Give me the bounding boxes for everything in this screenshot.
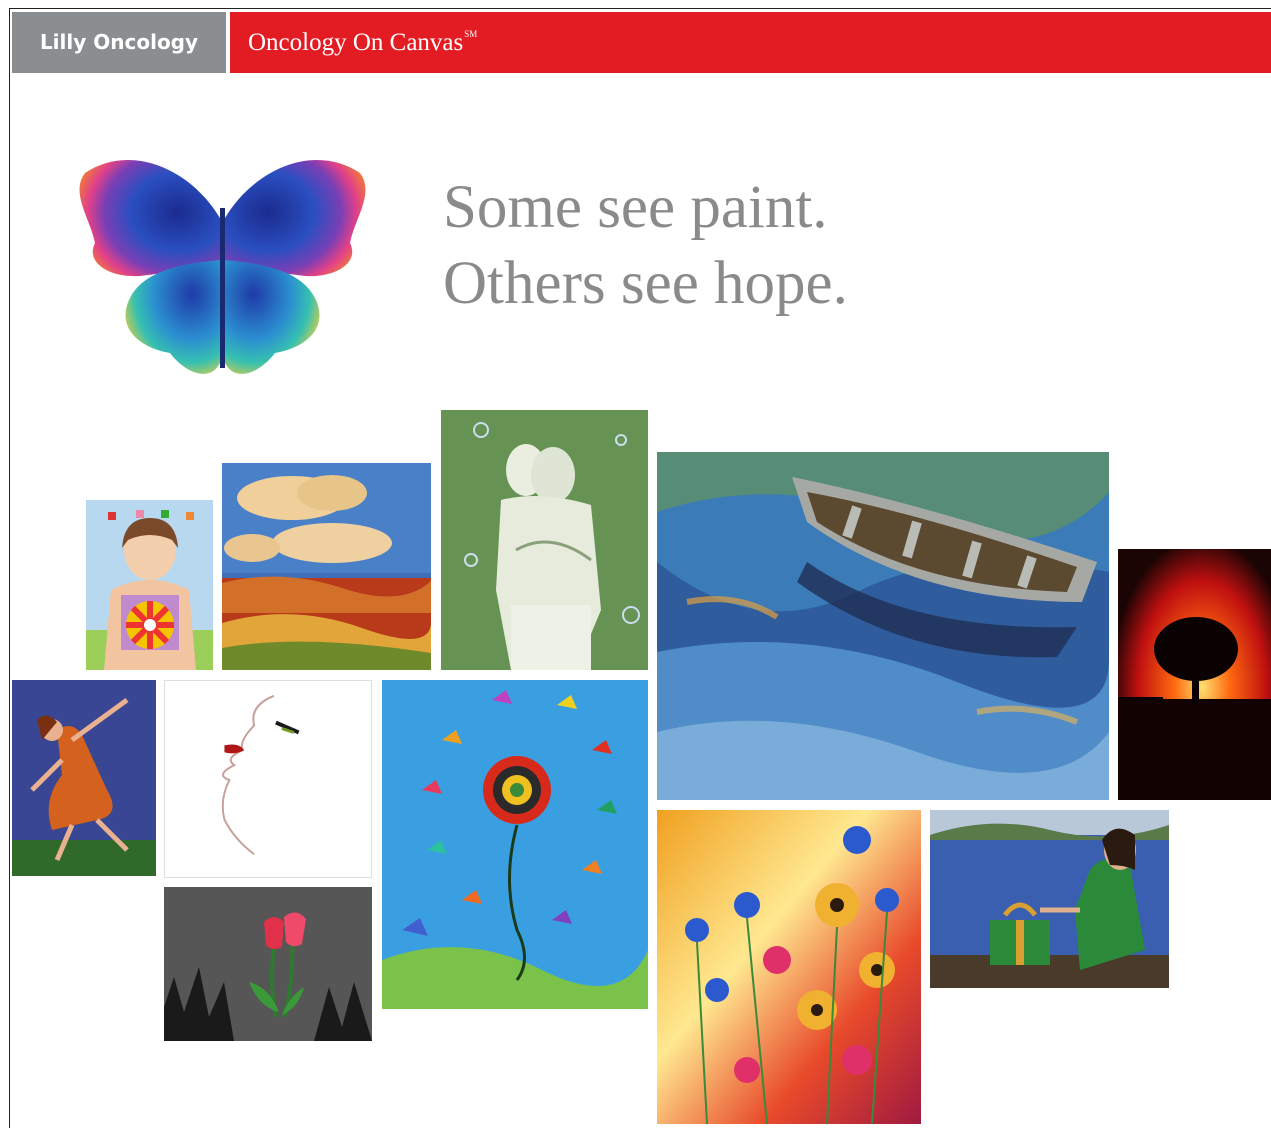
artwork-red-tulips [164,887,372,1041]
artwork-dancing-woman-mosaic [12,680,156,876]
artwork-rowboat [657,452,1109,800]
headline: Some see paint. Others see hope. [443,170,848,322]
artwork-embracing-couple [441,410,648,670]
artwork-face-profile [164,680,372,878]
page-border-left [9,8,10,1128]
brand-banner: Lilly Oncology [12,12,226,73]
artwork-butterfly-spiral [382,680,648,1009]
program-name: Oncology On Canvas [248,29,464,56]
artwork-clouds-field [222,463,431,670]
artwork-woman-color-wheel [86,500,213,670]
butterfly-logo [70,148,375,386]
headline-line-1: Some see paint. [443,174,828,241]
ad-page: Lilly Oncology Oncology On CanvasSM Some… [0,0,1271,1128]
artwork-bright-flowers [657,810,921,1124]
artwork-woman-gift-lake [930,810,1169,988]
butterfly-icon [79,160,366,374]
service-mark: SM [464,29,478,39]
brand-name: Lilly Oncology [39,30,199,54]
artwork-tree-sunset [1118,549,1271,800]
headline-line-2: Others see hope. [443,250,848,317]
page-border-top [9,8,1271,9]
program-banner: Oncology On CanvasSM [230,12,1271,73]
